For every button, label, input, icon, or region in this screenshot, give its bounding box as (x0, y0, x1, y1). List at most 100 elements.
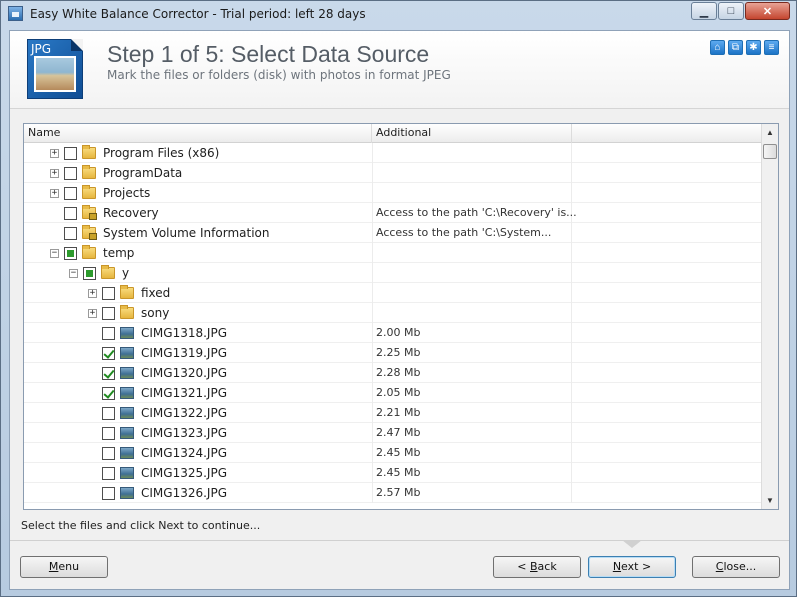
row-name: y (122, 266, 130, 280)
wizard-header: JPG Step 1 of 5: Select Data Source Mark… (10, 31, 789, 109)
row-additional: Access to the path 'C:\Recovery' is... (376, 206, 577, 219)
row-checkbox[interactable] (83, 266, 96, 280)
expand-icon[interactable]: + (88, 288, 97, 298)
expand-icon[interactable]: + (50, 188, 59, 198)
row-checkbox[interactable] (102, 446, 115, 460)
row-additional: 2.00 Mb (376, 326, 421, 339)
row-name: CIMG1322.JPG (141, 406, 227, 420)
row-additional: 2.25 Mb (376, 346, 421, 359)
tree-row[interactable]: CIMG1325.JPG 2.45 Mb (24, 463, 762, 483)
folder-icon (120, 285, 134, 299)
collapse-icon[interactable]: − (69, 268, 78, 278)
scroll-thumb[interactable] (763, 144, 777, 159)
home-icon[interactable]: ⌂ (710, 40, 725, 55)
window-title: Easy White Balance Corrector - Trial per… (30, 7, 366, 21)
row-checkbox[interactable] (102, 466, 115, 480)
title-bar: Easy White Balance Corrector - Trial per… (1, 1, 796, 27)
maximize-button[interactable]: □ (718, 2, 744, 20)
tree-row[interactable]: + Program Files (x86) (24, 143, 762, 163)
row-name: System Volume Information (103, 226, 270, 240)
tree-row[interactable]: CIMG1320.JPG 2.28 Mb (24, 363, 762, 383)
row-checkbox[interactable] (64, 226, 77, 240)
back-button[interactable]: < Back (493, 556, 581, 578)
row-checkbox[interactable] (102, 426, 115, 440)
row-name: CIMG1325.JPG (141, 466, 227, 480)
tree-row[interactable]: + fixed (24, 283, 762, 303)
image-file-icon (120, 327, 134, 339)
tree-row[interactable]: CIMG1324.JPG 2.45 Mb (24, 443, 762, 463)
tree-row[interactable]: − y (24, 263, 762, 283)
row-checkbox[interactable] (102, 366, 115, 380)
tree-row[interactable]: System Volume Information Access to the p… (24, 223, 762, 243)
tree-row[interactable]: CIMG1323.JPG 2.47 Mb (24, 423, 762, 443)
status-text: Select the files and click Next to conti… (21, 519, 261, 532)
row-checkbox[interactable] (102, 326, 115, 340)
image-file-icon (120, 407, 134, 419)
app-icon (8, 6, 23, 21)
row-name: CIMG1323.JPG (141, 426, 227, 440)
tree-row[interactable]: CIMG1319.JPG 2.25 Mb (24, 343, 762, 363)
folder-icon (82, 245, 96, 259)
row-additional: 2.21 Mb (376, 406, 421, 419)
tree-row[interactable]: CIMG1318.JPG 2.00 Mb (24, 323, 762, 343)
image-file-icon (120, 387, 134, 399)
folder-icon (82, 145, 96, 159)
tree-row[interactable]: CIMG1326.JPG 2.57 Mb (24, 483, 762, 503)
row-checkbox[interactable] (64, 146, 77, 160)
minimize-button[interactable]: ▁ (691, 2, 717, 20)
row-checkbox[interactable] (102, 286, 115, 300)
column-header-name[interactable]: Name (24, 124, 372, 143)
menu-button[interactable]: Menu (20, 556, 108, 578)
row-name: CIMG1318.JPG (141, 326, 227, 340)
row-additional: 2.28 Mb (376, 366, 421, 379)
next-button[interactable]: Next > (588, 556, 676, 578)
scroll-up-icon[interactable]: ▲ (762, 124, 778, 141)
tree-row[interactable]: Recovery Access to the path 'C:\Recovery'… (24, 203, 762, 223)
row-checkbox[interactable] (64, 246, 77, 260)
tree-row[interactable]: + sony (24, 303, 762, 323)
row-checkbox[interactable] (102, 406, 115, 420)
row-checkbox[interactable] (64, 206, 77, 220)
tree-row[interactable]: + ProgramData (24, 163, 762, 183)
expand-icon[interactable]: + (50, 148, 59, 158)
app-window: Easy White Balance Corrector - Trial per… (0, 0, 797, 597)
close-window-button[interactable]: ✕ (745, 2, 790, 20)
row-checkbox[interactable] (102, 486, 115, 500)
network-icon[interactable]: ⧉ (728, 40, 743, 55)
row-name: CIMG1320.JPG (141, 366, 227, 380)
tree-row[interactable]: + Projects (24, 183, 762, 203)
row-additional: 2.05 Mb (376, 386, 421, 399)
row-checkbox[interactable] (102, 306, 115, 320)
row-name: ProgramData (103, 166, 183, 180)
tree-row[interactable]: CIMG1322.JPG 2.21 Mb (24, 403, 762, 423)
row-checkbox[interactable] (64, 166, 77, 180)
file-tree-grid[interactable]: Name Additional + Program Files (x86) + Pro… (23, 123, 779, 510)
settings-icon[interactable]: ✱ (746, 40, 761, 55)
column-header-additional[interactable]: Additional (372, 124, 572, 143)
tree-row[interactable]: CIMG1321.JPG 2.05 Mb (24, 383, 762, 403)
tree-row[interactable]: − temp (24, 243, 762, 263)
column-header-empty (572, 124, 762, 143)
close-button[interactable]: Close... (692, 556, 780, 578)
row-name: Projects (103, 186, 151, 200)
row-checkbox[interactable] (102, 346, 115, 360)
vertical-scrollbar[interactable]: ▲ ▼ (761, 124, 778, 509)
collapse-icon[interactable]: − (50, 248, 59, 258)
page-title: Step 1 of 5: Select Data Source (107, 41, 430, 67)
row-checkbox[interactable] (102, 386, 115, 400)
row-name: CIMG1319.JPG (141, 346, 227, 360)
info-icon[interactable]: ≡ (764, 40, 779, 55)
row-name: temp (103, 246, 135, 260)
row-additional: 2.45 Mb (376, 466, 421, 479)
expand-icon[interactable]: + (88, 308, 97, 318)
expand-icon[interactable]: + (50, 168, 59, 178)
row-name: CIMG1324.JPG (141, 446, 227, 460)
scroll-down-icon[interactable]: ▼ (762, 492, 778, 509)
header-toolbar: ⌂ ⧉ ✱ ≡ (710, 40, 779, 55)
row-checkbox[interactable] (64, 186, 77, 200)
image-file-icon (120, 367, 134, 379)
